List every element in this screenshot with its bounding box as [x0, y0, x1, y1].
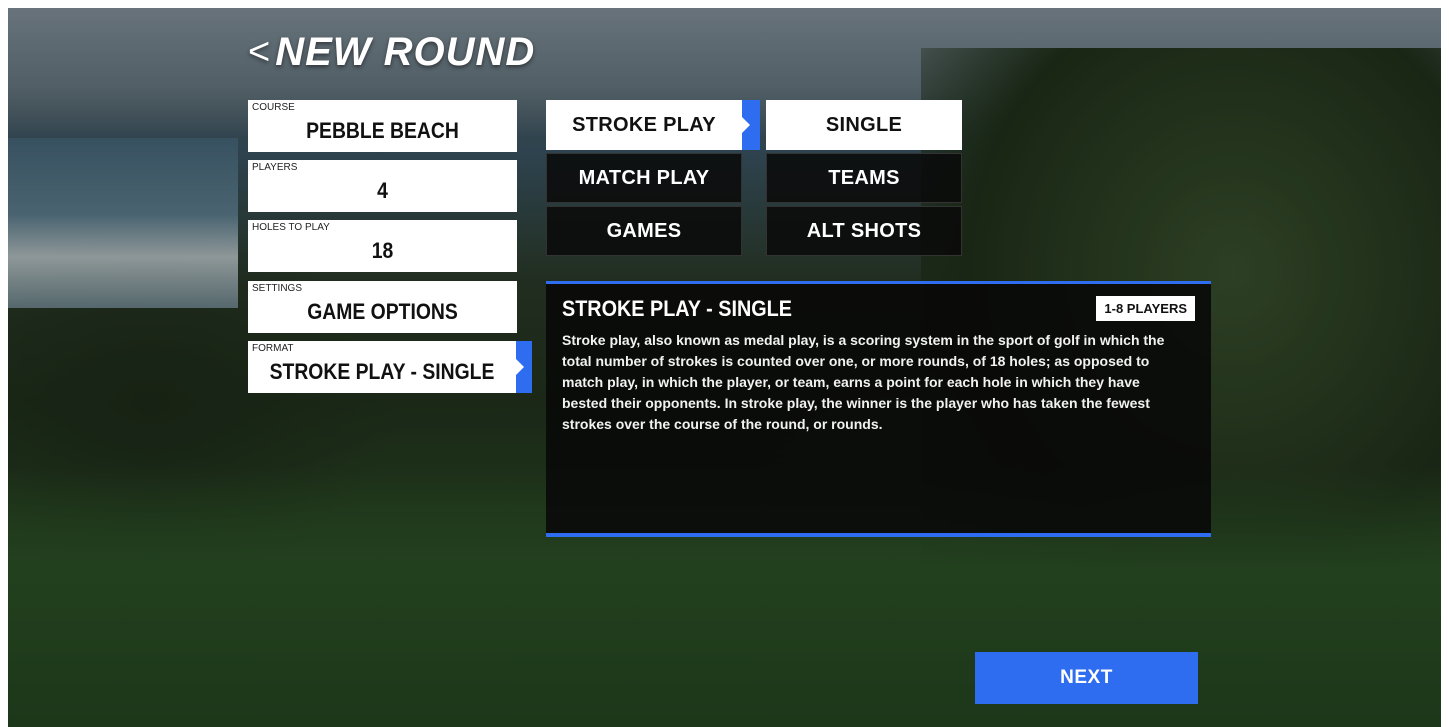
- players-field[interactable]: PLAYERS 4: [248, 160, 517, 212]
- players-label: PLAYERS: [252, 162, 298, 173]
- format-field[interactable]: FORMAT STROKE PLAY - SINGLE: [248, 341, 532, 393]
- mode-label: MATCH PLAY: [578, 166, 710, 189]
- mode-games[interactable]: GAMES: [546, 206, 742, 256]
- mode-match-play[interactable]: MATCH PLAY: [546, 153, 742, 203]
- variant-label: SINGLE: [825, 113, 903, 136]
- page-title: < NEW ROUND: [248, 30, 535, 75]
- players-badge: 1-8 PLAYERS: [1096, 296, 1195, 321]
- holes-field[interactable]: HOLES TO PLAY 18: [248, 220, 517, 272]
- selected-arrow-icon: [742, 100, 760, 150]
- variant-single[interactable]: SINGLE: [766, 100, 962, 150]
- format-value: STROKE PLAY - SINGLE: [269, 359, 495, 384]
- format-description-panel: STROKE PLAY - SINGLE 1-8 PLAYERS Stroke …: [546, 281, 1211, 537]
- settings-field[interactable]: SETTINGS GAME OPTIONS: [248, 281, 517, 333]
- variant-label: ALT SHOTS: [806, 219, 922, 242]
- variant-alt-shots[interactable]: ALT SHOTS: [766, 206, 962, 256]
- variant-teams[interactable]: TEAMS: [766, 153, 962, 203]
- format-selected-indicator-icon: [516, 341, 532, 393]
- next-button[interactable]: NEXT: [975, 652, 1198, 704]
- description-body: Stroke play, also known as medal play, i…: [562, 332, 1165, 432]
- holes-value: 18: [371, 238, 394, 263]
- course-label: COURSE: [252, 102, 295, 113]
- settings-value: GAME OPTIONS: [307, 299, 458, 324]
- mode-label: STROKE PLAY: [572, 113, 716, 136]
- back-chevron-icon[interactable]: <: [248, 31, 271, 74]
- players-value: 4: [377, 178, 388, 203]
- mode-stroke-play[interactable]: STROKE PLAY: [546, 100, 760, 150]
- description-title: STROKE PLAY - SINGLE: [562, 296, 792, 321]
- course-value: PEBBLE BEACH: [306, 118, 459, 143]
- page-title-text: NEW ROUND: [275, 30, 536, 74]
- settings-label: SETTINGS: [252, 283, 303, 294]
- variant-label: TEAMS: [828, 166, 900, 189]
- mode-label: GAMES: [606, 219, 682, 242]
- holes-label: HOLES TO PLAY: [252, 222, 330, 233]
- format-label: FORMAT: [252, 343, 294, 354]
- course-field[interactable]: COURSE PEBBLE BEACH: [248, 100, 517, 152]
